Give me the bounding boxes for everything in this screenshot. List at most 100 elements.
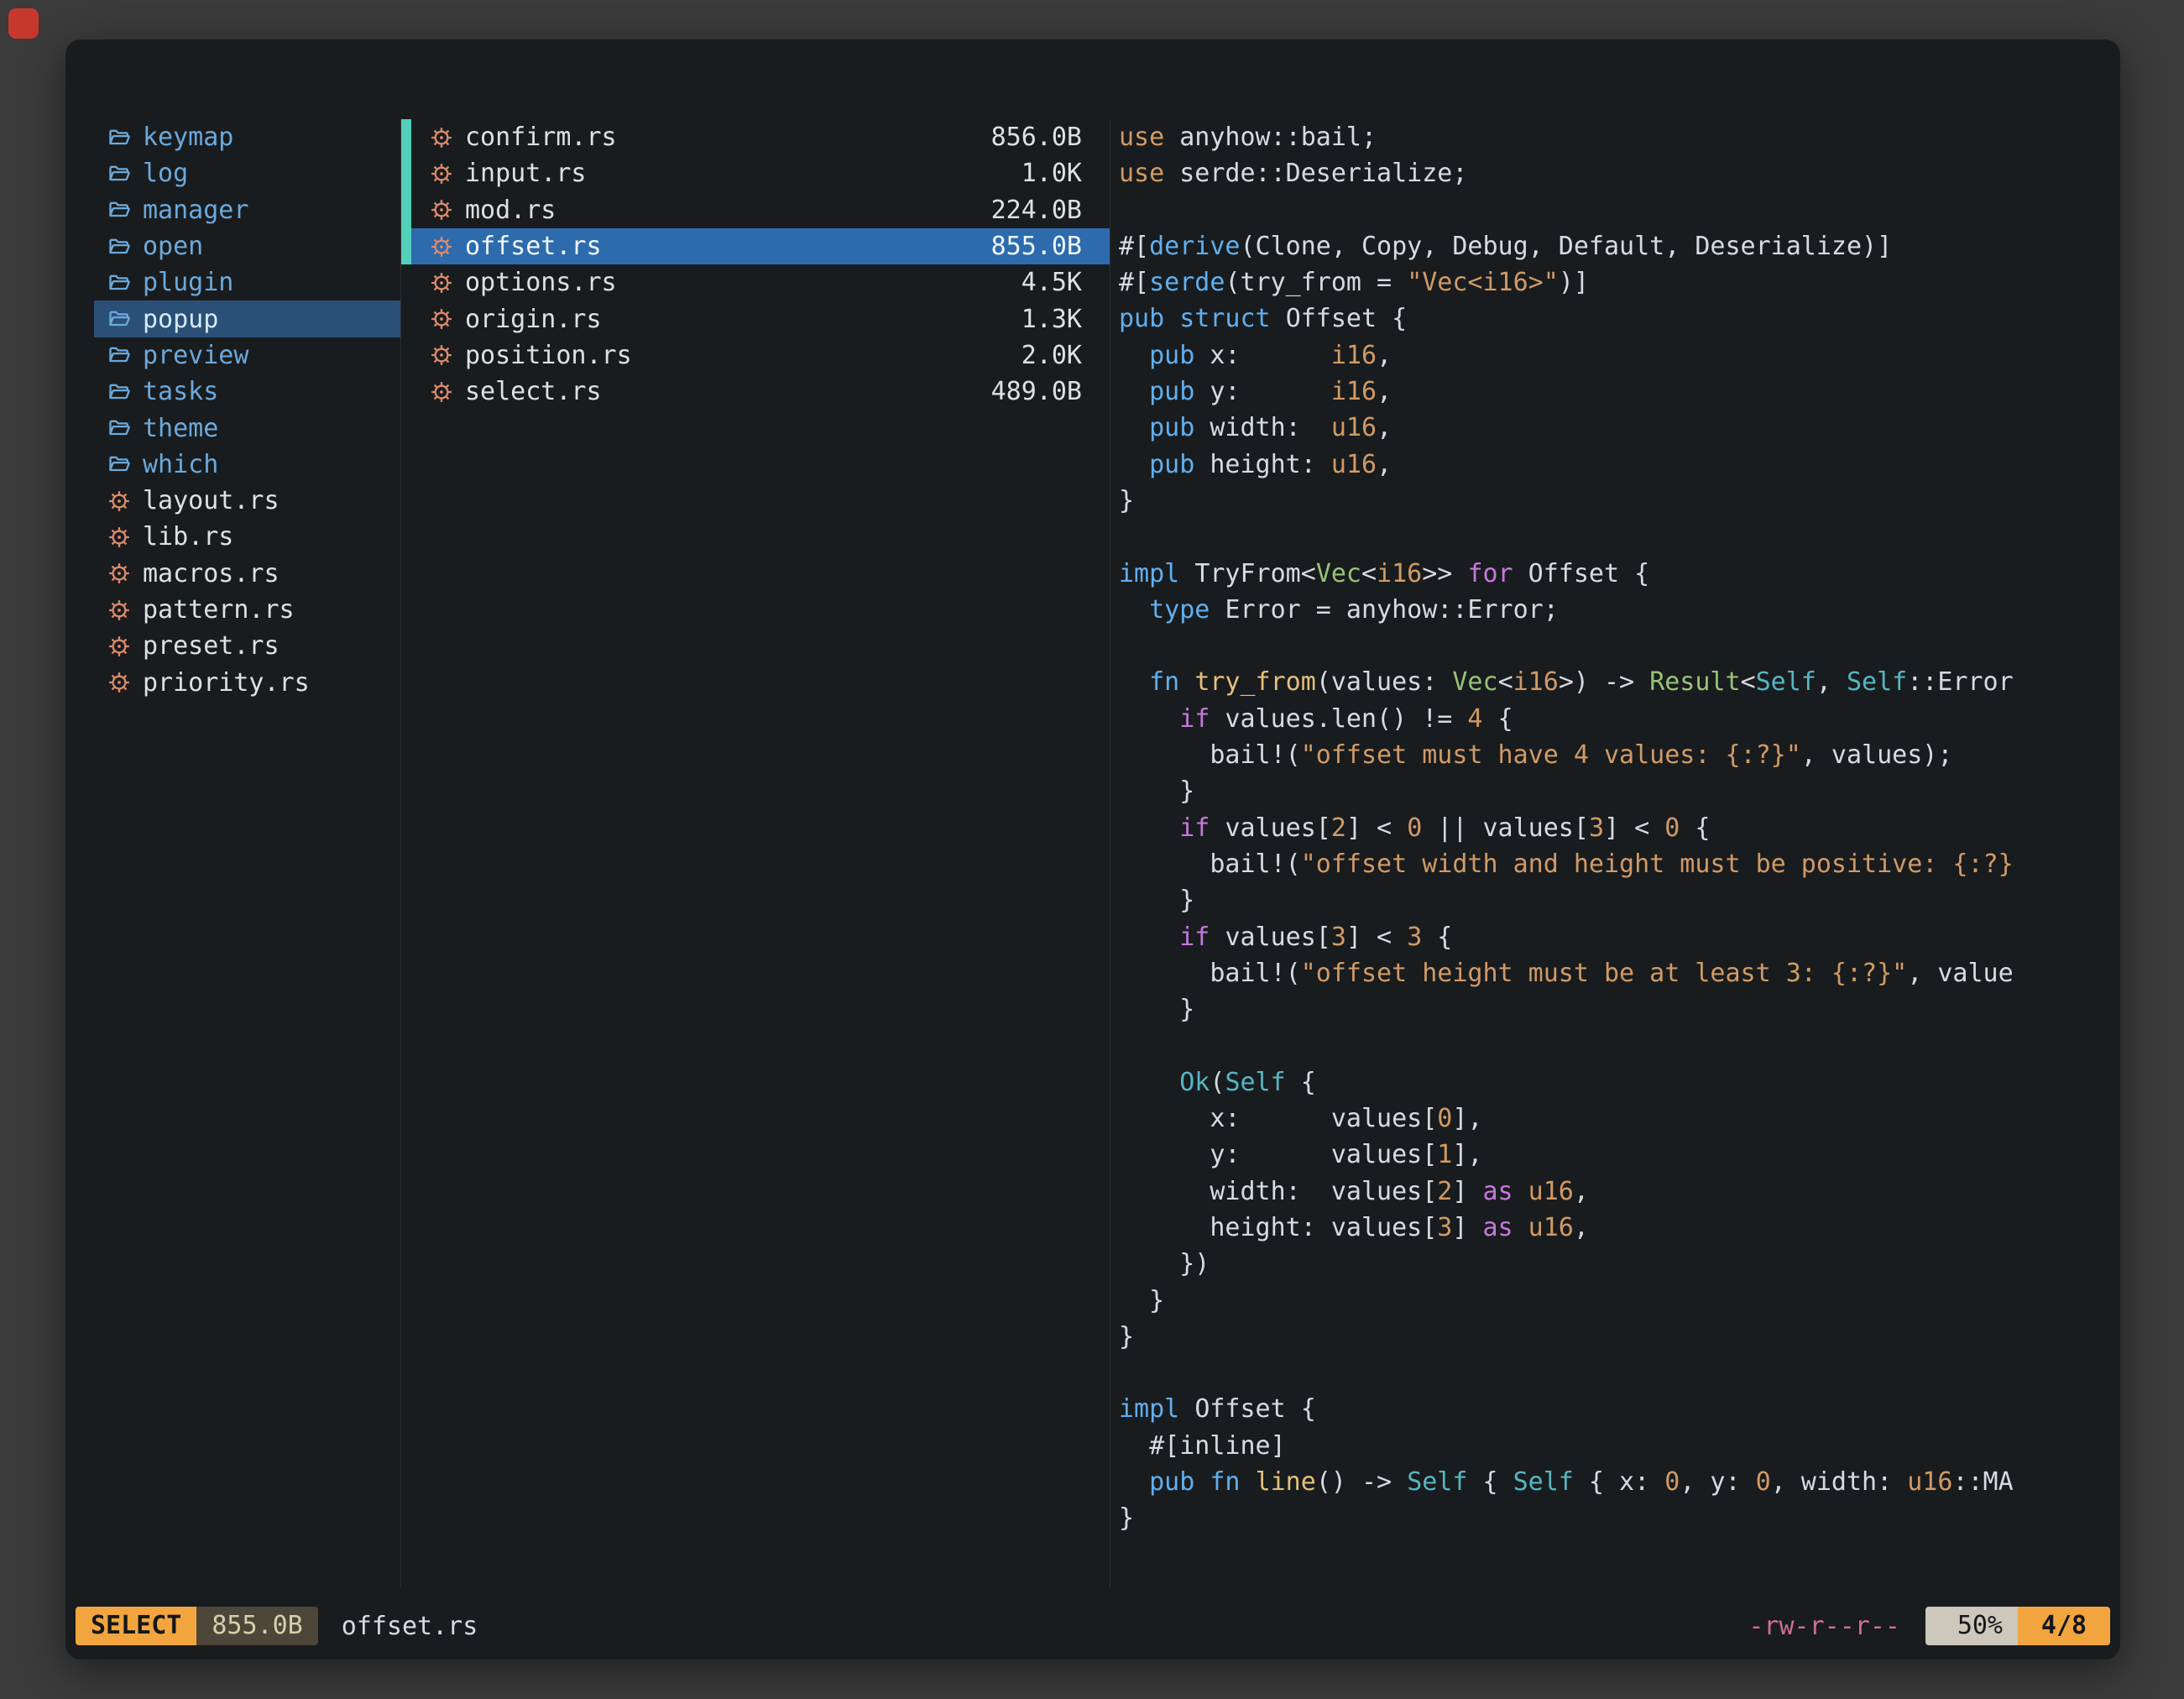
code-line — [1119, 192, 2120, 228]
code-line: pub y: i16, — [1119, 374, 2120, 410]
code-line: } — [1119, 991, 2120, 1027]
code-line: } — [1119, 1500, 2120, 1536]
current-pane[interactable]: confirm.rs856.0Binput.rs1.0Kmod.rs224.0B… — [401, 119, 1110, 1587]
folder-open-icon — [107, 235, 131, 259]
code-line: x: values[0], — [1119, 1100, 2120, 1137]
code-line: bail!("offset height must be at least 3:… — [1119, 955, 2120, 991]
file-row-position.rs[interactable]: position.rs 2.0K — [411, 337, 1110, 374]
folder-open-icon — [107, 380, 131, 404]
code-line: #[serde(try_from = "Vec<i16>")] — [1119, 264, 2120, 301]
file-row-options.rs[interactable]: options.rs 4.5K — [411, 264, 1110, 301]
code-line — [1119, 628, 2120, 664]
selection-mark — [401, 155, 411, 191]
parent-item-theme[interactable]: theme — [94, 410, 400, 446]
code-line: height: values[3] as u16, — [1119, 1210, 2120, 1246]
rust-file-icon — [430, 235, 453, 259]
folder-open-icon — [107, 271, 131, 295]
parent-item-plugin[interactable]: plugin — [94, 264, 400, 301]
parent-item-preview[interactable]: preview — [94, 337, 400, 374]
code-line — [1119, 1355, 2120, 1391]
code-line: use anyhow::bail; — [1119, 119, 2120, 155]
file-row-origin.rs[interactable]: origin.rs 1.3K — [411, 301, 1110, 337]
code-line: use serde::Deserialize; — [1119, 155, 2120, 191]
file-name: lib.rs — [143, 522, 233, 552]
file-row-mod.rs[interactable]: mod.rs224.0B — [411, 192, 1110, 228]
code-line: width: values[2] as u16, — [1119, 1174, 2120, 1210]
code-line: fn try_from(values: Vec<i16>) -> Result<… — [1119, 664, 2120, 700]
parent-item-which[interactable]: which — [94, 447, 400, 483]
parent-item-keymap[interactable]: keymap — [94, 119, 400, 155]
code-line: } — [1119, 483, 2120, 519]
file-size: 1.3K — [1021, 305, 1082, 334]
code-line: } — [1119, 1319, 2120, 1355]
rust-file-icon — [430, 162, 453, 186]
parent-item-tasks[interactable]: tasks — [94, 374, 400, 410]
file-name: origin.rs — [465, 305, 602, 334]
parent-item-preset.rs[interactable]: preset.rs — [94, 628, 400, 664]
recording-indicator — [8, 8, 39, 39]
folder-open-icon — [107, 198, 131, 222]
parent-item-lib.rs[interactable]: lib.rs — [94, 519, 400, 555]
code-line — [1119, 1027, 2120, 1064]
parent-item-priority.rs[interactable]: priority.rs — [94, 664, 400, 700]
code-line: Ok(Self { — [1119, 1064, 2120, 1100]
code-line: pub struct Offset { — [1119, 301, 2120, 337]
status-left: SELECT 855.0B offset.rs — [76, 1607, 478, 1645]
parent-item-pattern.rs[interactable]: pattern.rs — [94, 592, 400, 628]
file-size-badge: 855.0B — [196, 1607, 317, 1645]
code-line: type Error = anyhow::Error; — [1119, 592, 2120, 628]
code-line: } — [1119, 882, 2120, 918]
file-name: which — [143, 450, 218, 479]
file-name: tasks — [143, 377, 218, 406]
yazi-file-manager-window: keymaplog manager open plugin popup preview ta… — [65, 39, 2120, 1660]
file-name: options.rs — [465, 268, 617, 297]
parent-item-layout.rs[interactable]: layout.rs — [94, 483, 400, 519]
file-name: macros.rs — [143, 559, 280, 588]
file-name: manager — [143, 196, 248, 225]
folder-open-icon — [107, 343, 131, 367]
file-name: open — [143, 232, 203, 261]
file-name: priority.rs — [143, 668, 310, 698]
code-line: if values[2] < 0 || values[3] < 0 { — [1119, 810, 2120, 846]
file-name: popup — [143, 305, 218, 334]
parent-item-log[interactable]: log — [94, 155, 400, 191]
preview-pane[interactable]: use anyhow::bail;use serde::Deserialize;… — [1110, 119, 2120, 1587]
rust-file-icon — [107, 599, 131, 622]
code-line: #[derive(Clone, Copy, Debug, Default, De… — [1119, 228, 2120, 264]
scroll-percent-badge: 50% — [1925, 1607, 2018, 1645]
code-line: }) — [1119, 1246, 2120, 1282]
parent-pane[interactable]: keymaplog manager open plugin popup preview ta… — [65, 119, 401, 1587]
code-line: impl Offset { — [1119, 1391, 2120, 1427]
parent-item-macros.rs[interactable]: macros.rs — [94, 556, 400, 592]
parent-item-open[interactable]: open — [94, 228, 400, 264]
file-size: 224.0B — [991, 196, 1082, 225]
file-size: 4.5K — [1021, 268, 1082, 297]
folder-open-icon — [107, 162, 131, 186]
code-line: y: values[1], — [1119, 1137, 2120, 1173]
folder-open-icon — [107, 126, 131, 149]
rust-file-icon — [107, 635, 131, 658]
code-line: #[inline] — [1119, 1428, 2120, 1464]
code-line: } — [1119, 1283, 2120, 1319]
file-name: input.rs — [465, 159, 587, 188]
file-row-offset.rs[interactable]: offset.rs855.0B — [411, 228, 1110, 264]
file-size: 489.0B — [991, 377, 1082, 406]
rust-file-icon — [430, 343, 453, 367]
file-name: select.rs — [465, 377, 602, 406]
file-name: preview — [143, 341, 248, 370]
file-row-confirm.rs[interactable]: confirm.rs856.0B — [411, 119, 1110, 155]
parent-item-popup[interactable]: popup — [94, 301, 400, 337]
file-size: 2.0K — [1021, 341, 1082, 370]
cursor-position-badge: 4/8 — [2018, 1607, 2110, 1645]
rust-file-icon — [430, 271, 453, 295]
code-line: pub x: i16, — [1119, 337, 2120, 374]
folder-open-icon — [107, 307, 131, 331]
parent-item-manager[interactable]: manager — [94, 192, 400, 228]
status-right: -rw-r--r-- 50% 4/8 — [1748, 1607, 2110, 1645]
file-row-select.rs[interactable]: select.rs 489.0B — [411, 374, 1110, 410]
code-line: pub fn line() -> Self { Self { x: 0, y: … — [1119, 1464, 2120, 1500]
file-row-input.rs[interactable]: input.rs1.0K — [411, 155, 1110, 191]
file-name: position.rs — [465, 341, 632, 370]
file-size: 856.0B — [991, 123, 1082, 152]
folder-open-icon — [107, 452, 131, 476]
